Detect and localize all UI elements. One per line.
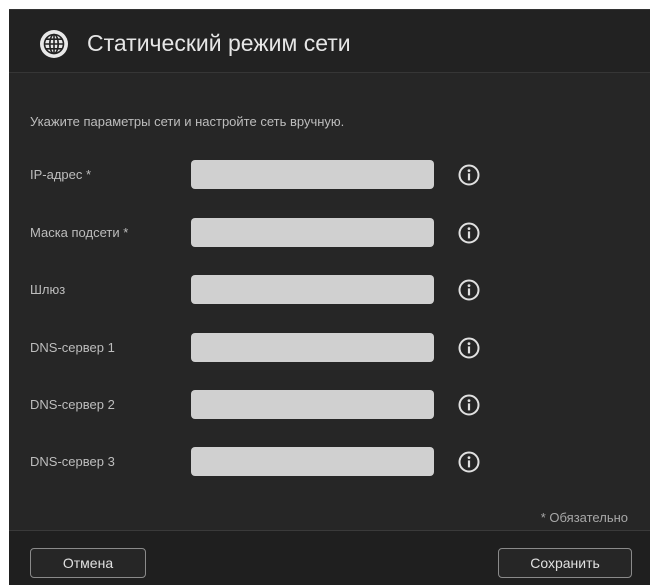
save-button[interactable]: Сохранить	[498, 548, 632, 578]
ip-address-label: IP-адрес *	[30, 167, 92, 182]
info-icon[interactable]	[457, 336, 481, 360]
dns-server-3-label: DNS-сервер 3	[30, 454, 115, 469]
ip-address-input[interactable]	[191, 160, 434, 189]
field-row-dns-server-3: DNS-сервер 3	[9, 447, 650, 477]
dialog-title: Статический режим сети	[87, 30, 351, 56]
info-icon[interactable]	[457, 278, 481, 302]
info-icon[interactable]	[457, 393, 481, 417]
subnet-mask-label: Маска подсети *	[30, 225, 129, 240]
dns-server-2-input[interactable]	[191, 390, 434, 419]
field-row-dns-server-2: DNS-сервер 2	[9, 390, 650, 420]
field-row-dns-server-1: DNS-сервер 1	[9, 333, 650, 363]
field-row-ip-address: IP-адрес *	[9, 160, 650, 190]
info-icon[interactable]	[457, 450, 481, 474]
cancel-button[interactable]: Отмена	[30, 548, 146, 578]
subnet-mask-input[interactable]	[191, 218, 434, 247]
intro-text: Укажите параметры сети и настройте сеть …	[30, 114, 345, 129]
dns-server-1-label: DNS-сервер 1	[30, 340, 115, 355]
info-icon[interactable]	[457, 163, 481, 187]
info-icon[interactable]	[457, 221, 481, 245]
required-note: * Обязательно	[540, 510, 628, 525]
gateway-label: Шлюз	[30, 282, 66, 297]
dns-server-1-input[interactable]	[191, 333, 434, 362]
static-network-dialog: Статический режим сети Укажите параметры…	[9, 9, 650, 585]
field-row-gateway: Шлюз	[9, 275, 650, 305]
globe-icon	[40, 30, 68, 58]
field-row-subnet-mask: Маска подсети *	[9, 218, 650, 248]
dns-server-2-label: DNS-сервер 2	[30, 397, 115, 412]
dns-server-3-input[interactable]	[191, 447, 434, 476]
gateway-input[interactable]	[191, 275, 434, 304]
dialog-header: Статический режим сети	[9, 10, 650, 73]
dialog-footer: Отмена Сохранить	[9, 530, 650, 585]
